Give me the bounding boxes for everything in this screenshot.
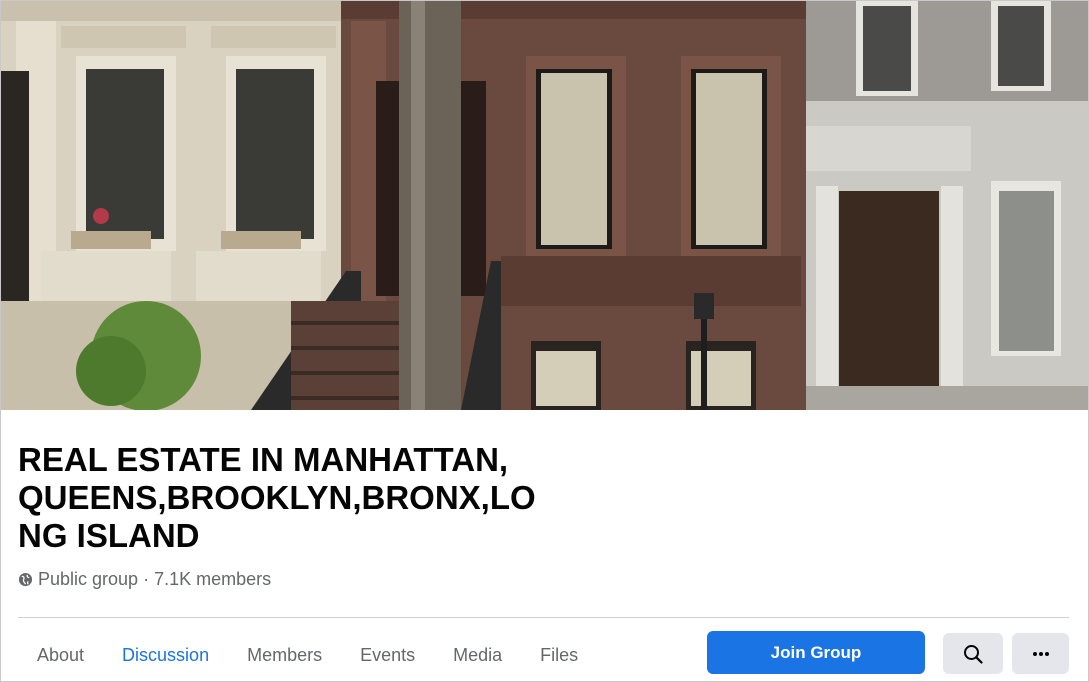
tab-events[interactable]: Events: [341, 631, 434, 679]
more-options-button[interactable]: [1012, 633, 1069, 674]
join-group-button[interactable]: Join Group: [707, 631, 925, 674]
search-icon: [964, 644, 983, 664]
meta-separator: ·: [143, 568, 150, 589]
group-tabs: About Discussion Members Events Media Fi…: [18, 631, 597, 679]
group-meta: Public group · 7.1K members: [18, 567, 271, 591]
cover-photo: [1, 1, 1088, 410]
members-count[interactable]: 7.1K members: [154, 569, 271, 590]
group-title: REAL ESTATE IN MANHATTAN, QUEENS,BROOKLY…: [18, 441, 536, 554]
tab-media[interactable]: Media: [434, 631, 521, 679]
group-page: REAL ESTATE IN MANHATTAN, QUEENS,BROOKLY…: [0, 0, 1089, 682]
search-button[interactable]: [943, 633, 1003, 674]
more-icon: [1032, 651, 1049, 656]
privacy-label: Public group: [38, 568, 139, 589]
tab-about[interactable]: About: [18, 631, 103, 679]
tab-files[interactable]: Files: [521, 631, 597, 679]
tab-members[interactable]: Members: [228, 631, 341, 679]
globe-icon: [18, 572, 33, 586]
header-divider: [18, 617, 1069, 618]
tab-discussion[interactable]: Discussion: [103, 631, 228, 679]
